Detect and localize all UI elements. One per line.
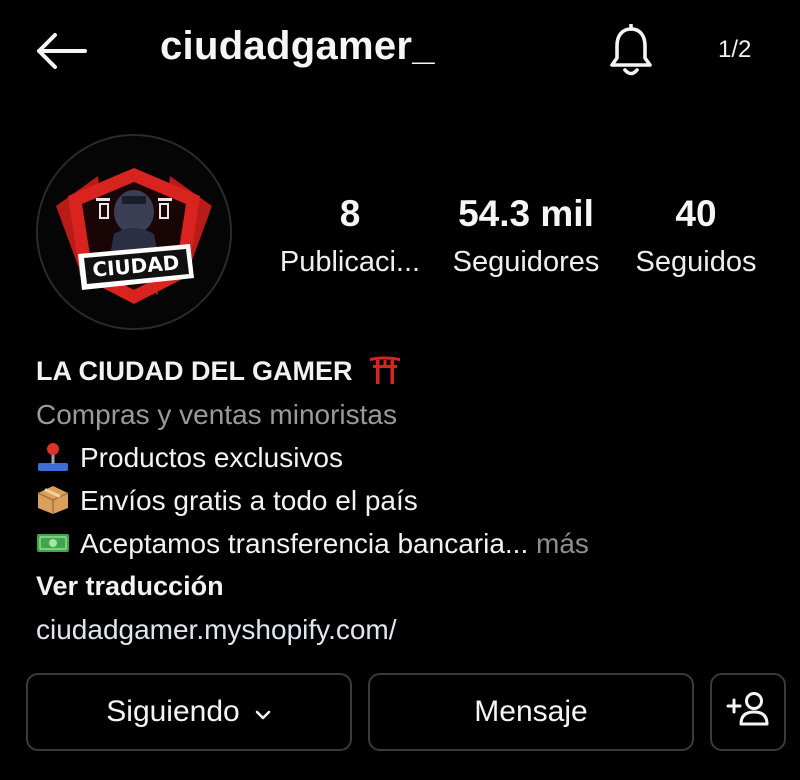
following-label: Seguidos <box>635 246 757 278</box>
bio-line-products: Productos exclusivos <box>36 436 776 479</box>
top-bar: ciudadgamer_ 1/2 <box>0 0 800 105</box>
page-counter: 1/2 <box>718 36 752 63</box>
following-stat[interactable]: 40 Seguidos <box>626 192 766 282</box>
following-count: 40 <box>675 193 717 234</box>
package-icon <box>36 485 70 515</box>
bell-icon <box>607 22 655 83</box>
arrow-left-icon <box>33 31 89 76</box>
notifications-button[interactable] <box>600 22 662 84</box>
bio-shipping-text: Envíos gratis a todo el país <box>80 485 418 516</box>
bio-website-link[interactable]: ciudadgamer.myshopify.com/ <box>36 608 776 651</box>
posts-count: 8 <box>339 193 361 234</box>
ciudad-gamer-logo: CIUDAD GAMER <box>38 136 230 328</box>
followers-count: 54.3 mil <box>458 193 594 234</box>
following-button[interactable]: Siguiendo <box>26 673 352 751</box>
bio-line-shipping: Envíos gratis a todo el país <box>36 479 776 522</box>
message-button[interactable]: Mensaje <box>368 673 694 751</box>
profile-username: ciudadgamer_ <box>160 24 435 68</box>
message-button-label: Mensaje <box>474 695 588 728</box>
money-icon <box>36 528 70 558</box>
joystick-icon <box>36 442 70 472</box>
bio-name-line: LA CIUDAD DEL GAMER <box>36 350 776 393</box>
bio-name: LA CIUDAD DEL GAMER <box>36 356 353 386</box>
bio-category: Compras y ventas minoristas <box>36 399 398 430</box>
bio-more-link[interactable]: más <box>536 528 589 559</box>
back-button[interactable] <box>30 28 92 78</box>
profile-bio: LA CIUDAD DEL GAMER Compras y ventas min… <box>36 350 776 651</box>
add-person-button[interactable] <box>710 673 786 751</box>
followers-stat[interactable]: 54.3 mil Seguidores <box>442 192 610 282</box>
posts-stat[interactable]: 8 Publicaci... <box>270 192 430 282</box>
following-button-label: Siguiendo <box>106 695 240 728</box>
bio-products-text: Productos exclusivos <box>80 442 344 473</box>
profile-stats: 8 Publicaci... 54.3 mil Seguidores 40 Se… <box>270 192 780 292</box>
posts-label: Publicaci... <box>279 246 421 278</box>
torii-gate-icon <box>368 354 402 384</box>
bio-payment-text: Aceptamos transferencia bancaria... <box>80 528 529 559</box>
profile-avatar[interactable]: CIUDAD GAMER <box>36 134 232 330</box>
bio-line-payment: Aceptamos transferencia bancaria... más <box>36 522 776 565</box>
chevron-down-icon <box>254 695 272 729</box>
followers-label: Seguidores <box>452 246 600 278</box>
see-translation-link[interactable]: Ver traducción <box>36 565 776 608</box>
add-person-icon <box>725 688 771 736</box>
